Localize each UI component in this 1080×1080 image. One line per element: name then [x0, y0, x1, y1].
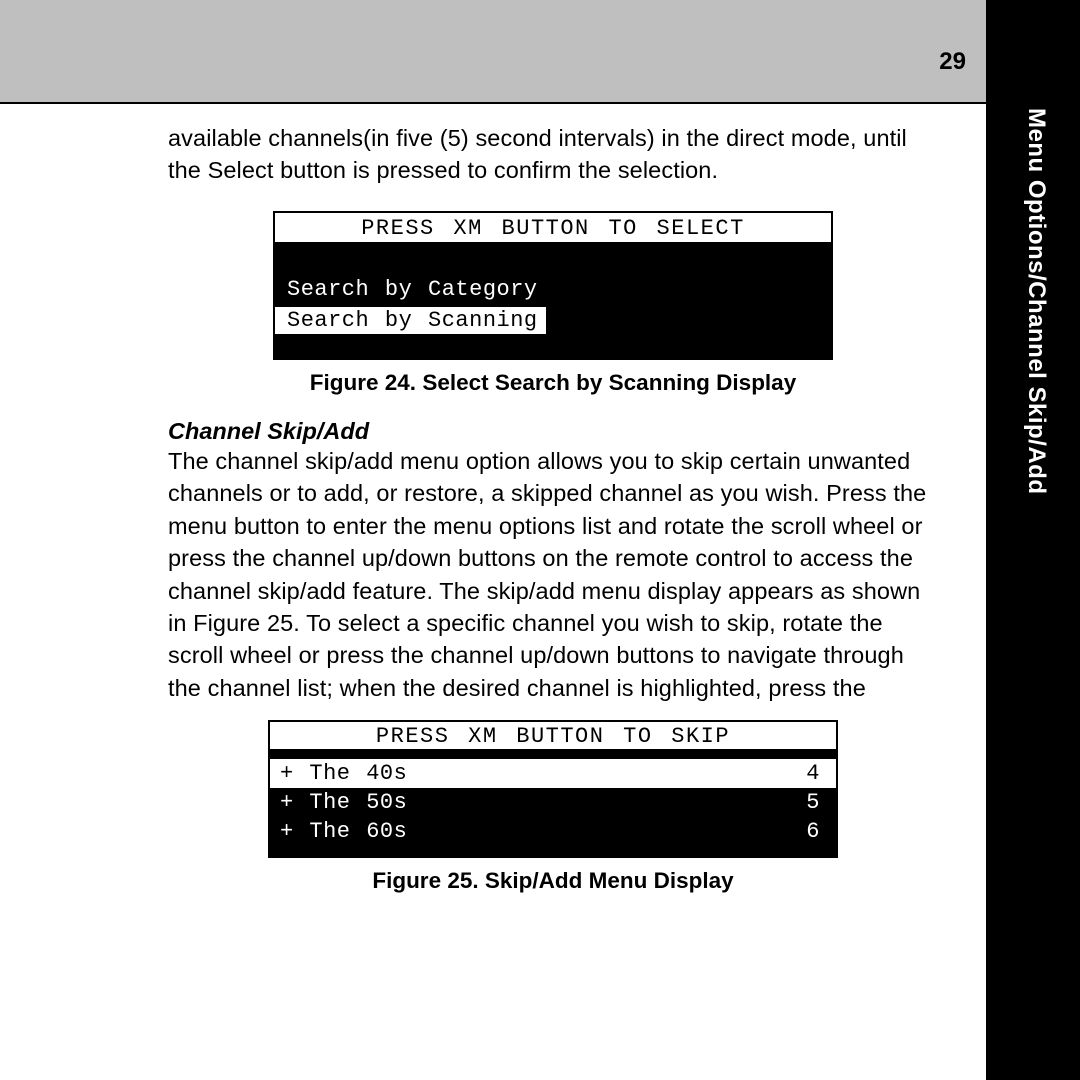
- figure-25-row-2-num: 6: [806, 819, 820, 844]
- figure-25-caption: Figure 25. Skip/Add Menu Display: [168, 868, 938, 894]
- top-gray-band: [0, 0, 986, 104]
- figure-25-bottom-pad: [270, 846, 836, 856]
- figure-24-header: PRESS XM BUTTON TO SELECT: [275, 213, 831, 244]
- body-paragraph: The channel skip/add menu option allows …: [168, 445, 938, 704]
- intro-paragraph: available channels(in five (5) second in…: [168, 122, 938, 187]
- subheading-channel-skip-add: Channel Skip/Add: [168, 418, 938, 445]
- figure-24-body: Search by Category Search by Scanning: [275, 244, 831, 358]
- figure-25-row-0: + The 40s 4: [270, 759, 836, 788]
- figure-25-row-1-label: + The 50s: [280, 790, 407, 815]
- figure-25-display: PRESS XM BUTTON TO SKIP + The 40s 4 + Th…: [268, 720, 838, 858]
- figure-24-line-2: Search by Scanning: [275, 307, 546, 334]
- side-tab-label: Menu Options/Channel Skip/Add: [992, 108, 1080, 648]
- figure-25-row-0-label: + The 40s: [280, 761, 407, 786]
- figure-25-row-2: + The 60s 6: [270, 817, 836, 846]
- figure-24-wrap: PRESS XM BUTTON TO SELECT Search by Cate…: [273, 211, 833, 396]
- figure-25-row-0-num: 4: [806, 761, 820, 786]
- figure-25-header: PRESS XM BUTTON TO SKIP: [270, 722, 836, 759]
- page-number: 29: [939, 48, 966, 76]
- page-content: available channels(in five (5) second in…: [168, 122, 938, 894]
- figure-25-row-1: + The 50s 5: [270, 788, 836, 817]
- figure-24-caption: Figure 24. Select Search by Scanning Dis…: [273, 370, 833, 396]
- figure-25-row-1-num: 5: [806, 790, 820, 815]
- figure-25-row-2-label: + The 60s: [280, 819, 407, 844]
- figure-24-line-1: Search by Category: [275, 276, 831, 303]
- figure-24-display: PRESS XM BUTTON TO SELECT Search by Cate…: [273, 211, 833, 360]
